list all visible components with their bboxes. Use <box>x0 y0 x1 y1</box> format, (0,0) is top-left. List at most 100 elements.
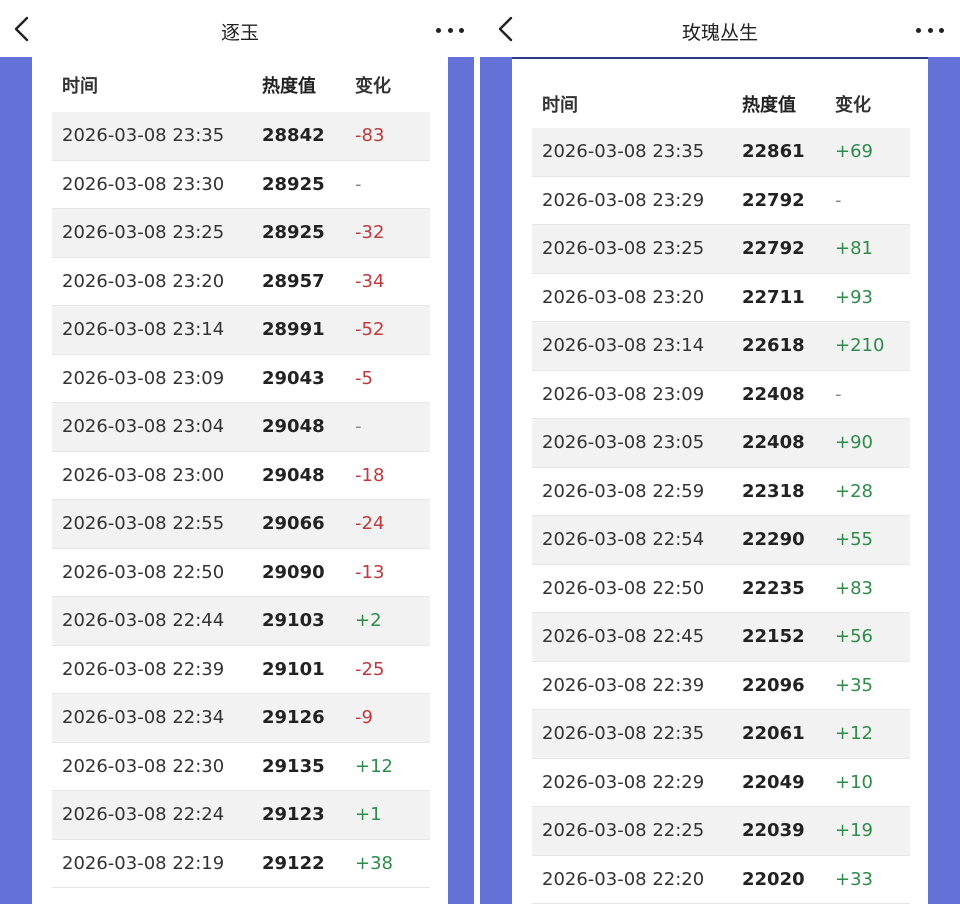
row-time: 2026-03-08 22:24 <box>62 804 225 826</box>
row-heat-value: 29126 <box>262 707 325 729</box>
row-change: -13 <box>355 561 385 583</box>
row-change: +83 <box>835 577 873 599</box>
row-time: 2026-03-08 22:39 <box>542 674 705 696</box>
row-time: 2026-03-08 22:39 <box>62 658 225 680</box>
row-time: 2026-03-08 23:09 <box>542 383 705 405</box>
row-time: 2026-03-08 22:20 <box>542 868 705 890</box>
row-time: 2026-03-08 22:35 <box>542 723 705 745</box>
row-change: - <box>355 173 362 195</box>
row-heat-value: 29123 <box>262 804 325 826</box>
row-time: 2026-03-08 23:35 <box>542 141 705 163</box>
table-row: 2026-03-08 22:54 22290 +55 <box>532 516 910 565</box>
heat-table: 时间 热度值 变化 2026-03-08 23:35 22861 +69 2026-0… <box>532 59 910 904</box>
row-heat-value: 22039 <box>742 820 805 842</box>
header-bar: 逐玉 <box>0 0 480 57</box>
table-body: 2026-03-08 23:35 22861 +69 2026-03-08 23:29… <box>532 128 910 904</box>
row-change: +19 <box>835 820 873 842</box>
row-heat-value: 22096 <box>742 674 805 696</box>
row-time: 2026-03-08 23:30 <box>62 173 225 195</box>
table-row: 2026-03-08 23:25 28925 -32 <box>52 209 430 258</box>
row-change: -34 <box>355 270 385 292</box>
table-row: 2026-03-08 22:39 22096 +35 <box>532 662 910 710</box>
table-row: 2026-03-08 23:14 22618 +210 <box>532 322 910 371</box>
row-heat-value: 22049 <box>742 771 805 793</box>
table-row: 2026-03-08 22:30 29135 +12 <box>52 743 430 791</box>
table-row: 2026-03-08 22:55 29066 -24 <box>52 500 430 549</box>
row-change: +1 <box>355 804 382 826</box>
row-heat-value: 22861 <box>742 141 805 163</box>
row-change: +10 <box>835 771 873 793</box>
row-heat-value: 22792 <box>742 238 805 260</box>
row-change: -52 <box>355 319 385 341</box>
table-body: 2026-03-08 23:35 28842 -83 2026-03-08 23:30… <box>52 112 430 888</box>
row-change: +55 <box>835 529 873 551</box>
row-time: 2026-03-08 22:25 <box>542 820 705 842</box>
row-heat-value: 22792 <box>742 189 805 211</box>
row-time: 2026-03-08 22:29 <box>542 771 705 793</box>
row-time: 2026-03-08 22:45 <box>542 626 705 648</box>
row-time: 2026-03-08 23:00 <box>62 464 225 486</box>
row-heat-value: 29048 <box>262 416 325 438</box>
row-change: - <box>835 383 842 405</box>
row-time: 2026-03-08 23:14 <box>62 319 225 341</box>
row-change: +81 <box>835 238 873 260</box>
row-heat-value: 28925 <box>262 222 325 244</box>
column-header-value: 热度值 <box>742 94 796 116</box>
table-row: 2026-03-08 23:14 28991 -52 <box>52 306 430 355</box>
row-change: -5 <box>355 367 373 389</box>
row-change: +28 <box>835 480 873 502</box>
table-row: 2026-03-08 23:25 22792 +81 <box>532 225 910 274</box>
column-header-time: 时间 <box>542 94 578 116</box>
row-change: -83 <box>355 125 385 147</box>
table-header: 时间 热度值 变化 <box>532 59 910 128</box>
row-change: +69 <box>835 141 873 163</box>
row-time: 2026-03-08 23:14 <box>542 335 705 357</box>
more-horizontal-icon[interactable] <box>436 26 464 34</box>
row-heat-value: 22318 <box>742 480 805 502</box>
column-header-time: 时间 <box>62 75 98 97</box>
row-heat-value: 22061 <box>742 723 805 745</box>
table-row: 2026-03-08 22:59 22318 +28 <box>532 468 910 516</box>
table-row: 2026-03-08 22:20 22020 +33 <box>532 856 910 904</box>
column-header-change: 变化 <box>835 94 871 116</box>
row-time: 2026-03-08 23:35 <box>62 125 225 147</box>
row-heat-value: 29101 <box>262 658 325 680</box>
column-header-change: 变化 <box>355 75 391 97</box>
table-row: 2026-03-08 22:25 22039 +19 <box>532 807 910 856</box>
table-row: 2026-03-08 23:20 28957 -34 <box>52 258 430 306</box>
table-row: 2026-03-08 22:34 29126 -9 <box>52 694 430 743</box>
row-heat-value: 22618 <box>742 335 805 357</box>
page-title: 逐玉 <box>220 22 259 44</box>
row-change: +90 <box>835 432 873 454</box>
row-time: 2026-03-08 23:20 <box>62 270 225 292</box>
table-row: 2026-03-08 22:19 29122 +38 <box>52 840 430 888</box>
right-screen: 玫瑰丛生 时间 热度值 变化 2026-03-08 23:35 22861 +69 2… <box>480 0 960 904</box>
table-row: 2026-03-08 23:09 22408 - <box>532 371 910 419</box>
row-change: -24 <box>355 513 385 535</box>
more-horizontal-icon[interactable] <box>916 26 944 34</box>
row-time: 2026-03-08 23:20 <box>542 286 705 308</box>
left-screen: 逐玉 时间 热度值 变化 2026-03-08 23:35 28842 -83 202… <box>0 0 480 904</box>
row-time: 2026-03-08 22:44 <box>62 610 225 632</box>
table-row: 2026-03-08 23:29 22792 - <box>532 177 910 225</box>
row-heat-value: 29090 <box>262 561 325 583</box>
row-time: 2026-03-08 22:54 <box>542 529 705 551</box>
table-row: 2026-03-08 22:35 22061 +12 <box>532 710 910 759</box>
page-title: 玫瑰丛生 <box>681 22 758 44</box>
row-change: +210 <box>835 335 885 357</box>
row-heat-value: 29122 <box>262 852 325 874</box>
row-heat-value: 22235 <box>742 577 805 599</box>
table-row: 2026-03-08 22:45 22152 +56 <box>532 613 910 662</box>
table-row: 2026-03-08 23:20 22711 +93 <box>532 274 910 322</box>
row-time: 2026-03-08 23:29 <box>542 189 705 211</box>
row-heat-value: 22711 <box>742 286 805 308</box>
row-change: +93 <box>835 286 873 308</box>
row-time: 2026-03-08 22:34 <box>62 707 225 729</box>
row-change: -32 <box>355 222 385 244</box>
table-row: 2026-03-08 22:39 29101 -25 <box>52 646 430 694</box>
row-change: - <box>835 189 842 211</box>
row-heat-value: 28925 <box>262 173 325 195</box>
row-time: 2026-03-08 22:59 <box>542 480 705 502</box>
row-heat-value: 29048 <box>262 464 325 486</box>
table-header: 时间 热度值 变化 <box>52 57 430 112</box>
